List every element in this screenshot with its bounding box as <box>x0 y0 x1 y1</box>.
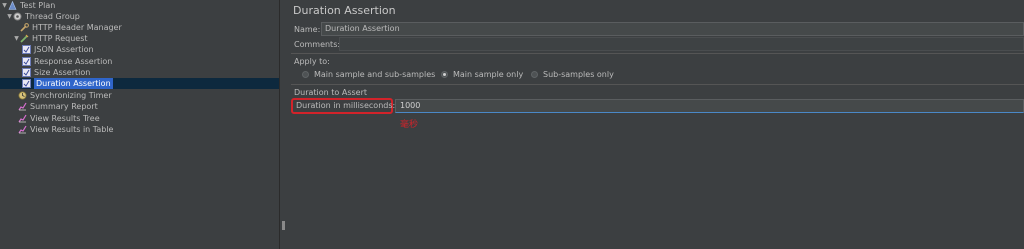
tree-item-label: HTTP Header Manager <box>32 23 122 32</box>
panel-splitter[interactable] <box>279 0 288 249</box>
assertion-icon <box>22 68 31 77</box>
radio-sub-samples-only[interactable]: Sub-samples only <box>531 70 614 79</box>
tree-item-label: HTTP Request <box>32 34 88 43</box>
test-plan-tree: ▼ Test Plan ▼ Thread Group HTTP Header M… <box>0 0 279 249</box>
comments-label: Comments: <box>294 40 341 49</box>
timer-icon <box>18 91 27 100</box>
tree-item-thread-group[interactable]: ▼ Thread Group <box>6 11 80 22</box>
duration-row: Duration in milliseconds: 1000 <box>291 98 1024 114</box>
duration-section-label: Duration to Assert <box>294 88 368 97</box>
tree-item-http-header-manager[interactable]: HTTP Header Manager <box>13 22 122 33</box>
chart-icon <box>18 102 27 111</box>
expand-arrow-icon[interactable]: ▼ <box>13 33 20 44</box>
radio-label: Main sample only <box>453 70 524 79</box>
tree-item-json-assertion[interactable]: JSON Assertion <box>22 44 94 55</box>
tree-item-size-assertion[interactable]: Size Assertion <box>22 67 90 78</box>
tree-item-summary-report[interactable]: Summary Report <box>18 101 98 112</box>
wrench-icon <box>20 23 29 32</box>
test-plan-icon <box>8 1 17 10</box>
tree-item-http-request[interactable]: ▼ HTTP Request <box>13 33 88 44</box>
assertion-icon <box>22 57 31 66</box>
tree-item-label: Duration Assertion <box>34 78 113 89</box>
tree-item-duration-assertion[interactable]: Duration Assertion <box>0 78 279 89</box>
tree-item-label: View Results Tree <box>30 114 100 123</box>
chart-icon <box>18 125 27 134</box>
radio-button-icon[interactable] <box>441 71 448 78</box>
tree-item-test-plan[interactable]: ▼ Test Plan <box>1 0 55 11</box>
name-field[interactable]: Duration Assertion <box>321 22 1024 36</box>
radio-button-icon[interactable] <box>302 71 309 78</box>
panel-title: Duration Assertion <box>293 4 396 17</box>
tree-item-label: Summary Report <box>30 102 98 111</box>
tree-item-label: Response Assertion <box>34 57 113 66</box>
radio-label: Main sample and sub-samples <box>314 70 436 79</box>
radio-button-icon[interactable] <box>531 71 538 78</box>
tree-item-view-results-tree[interactable]: View Results Tree <box>18 113 100 124</box>
tree-item-label: Synchronizing Timer <box>30 91 112 100</box>
tree-item-view-results-in-table[interactable]: View Results in Table <box>18 124 113 135</box>
assertion-icon <box>22 79 31 88</box>
chart-icon <box>18 114 27 123</box>
assertion-icon <box>22 45 31 54</box>
pencil-icon <box>20 34 29 43</box>
splitter-grip-icon[interactable] <box>282 221 285 230</box>
tree-item-synchronizing-timer[interactable]: Synchronizing Timer <box>18 90 112 101</box>
tree-item-label: View Results in Table <box>30 125 114 134</box>
radio-label: Sub-samples only <box>543 70 614 79</box>
radio-main-and-sub-samples[interactable]: Main sample and sub-samples <box>302 70 435 79</box>
radio-main-sample-only[interactable]: Main sample only <box>441 70 523 79</box>
tree-item-response-assertion[interactable]: Response Assertion <box>22 56 112 67</box>
apply-to-label: Apply to: <box>294 57 330 66</box>
duration-input[interactable]: 1000 <box>395 99 1024 113</box>
tree-item-label: Test Plan <box>20 1 56 10</box>
comments-field[interactable] <box>339 37 1024 51</box>
name-label: Name: <box>294 25 321 34</box>
annotation-text: 毫秒 <box>400 120 419 130</box>
expand-arrow-icon[interactable]: ▼ <box>6 11 13 22</box>
gear-icon <box>13 12 22 21</box>
tree-item-label: Size Assertion <box>34 68 91 77</box>
duration-divider <box>291 84 1024 85</box>
expand-arrow-icon[interactable]: ▼ <box>1 0 8 11</box>
assertion-editor-panel: Duration Assertion Name: Duration Assert… <box>288 0 1024 249</box>
tree-item-label: JSON Assertion <box>34 45 94 54</box>
duration-label: Duration in milliseconds: <box>296 101 396 110</box>
apply-to-divider <box>291 53 1024 54</box>
tree-item-label: Thread Group <box>25 12 80 21</box>
